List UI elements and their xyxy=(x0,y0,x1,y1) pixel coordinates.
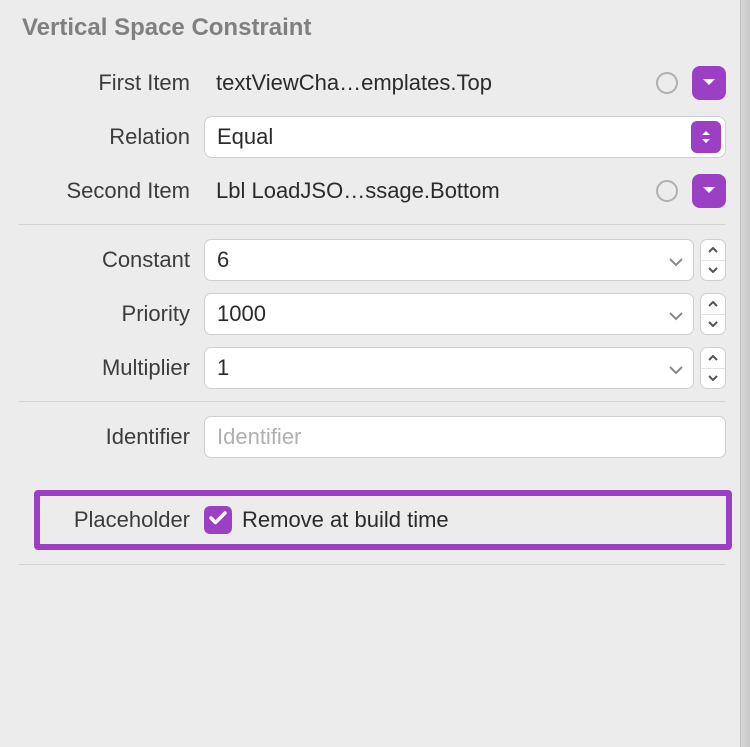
label-multiplier: Multiplier xyxy=(18,355,204,381)
chevron-down-icon xyxy=(669,355,683,381)
stepper-up[interactable] xyxy=(701,240,725,261)
section-title: Vertical Space Constraint xyxy=(18,14,726,42)
remove-at-build-time-label: Remove at build time xyxy=(242,507,449,533)
label-identifier: Identifier xyxy=(18,424,204,450)
relation-select[interactable]: Equal xyxy=(204,116,726,158)
remove-at-build-time-checkbox[interactable] xyxy=(204,506,232,534)
row-relation: Relation Equal xyxy=(18,116,726,158)
priority-value: 1000 xyxy=(217,301,266,327)
stepper-down[interactable] xyxy=(701,369,725,389)
chevron-down-icon xyxy=(702,182,716,200)
constant-stepper[interactable] xyxy=(700,239,726,281)
chevron-down-icon xyxy=(669,301,683,327)
chevron-down-icon xyxy=(669,247,683,273)
label-second-item: Second Item xyxy=(18,178,204,204)
multiplier-stepper[interactable] xyxy=(700,347,726,389)
divider xyxy=(18,564,726,565)
stepper-down[interactable] xyxy=(701,261,725,281)
check-icon xyxy=(209,511,227,530)
stepper-up[interactable] xyxy=(701,294,725,315)
multiplier-value: 1 xyxy=(217,355,229,381)
second-item-dropdown-button[interactable] xyxy=(692,174,726,208)
multiplier-field[interactable]: 1 xyxy=(204,347,694,389)
row-multiplier: Multiplier 1 xyxy=(18,347,726,389)
label-placeholder: Placeholder xyxy=(54,507,204,533)
second-item-value[interactable]: Lbl LoadJSO…ssage.Bottom xyxy=(204,170,686,212)
row-second-item: Second Item Lbl LoadJSO…ssage.Bottom xyxy=(18,170,726,212)
panel-right-edge xyxy=(740,0,750,747)
divider xyxy=(18,401,726,402)
stepper-down[interactable] xyxy=(701,315,725,335)
relation-stepper-icon xyxy=(691,121,721,153)
first-item-dropdown-button[interactable] xyxy=(692,66,726,100)
label-relation: Relation xyxy=(18,124,204,150)
relation-value: Equal xyxy=(217,124,273,150)
priority-field[interactable]: 1000 xyxy=(204,293,694,335)
constant-value: 6 xyxy=(217,247,229,273)
label-first-item: First Item xyxy=(18,70,204,96)
chevron-down-icon xyxy=(702,74,716,92)
constant-field[interactable]: 6 xyxy=(204,239,694,281)
stepper-up[interactable] xyxy=(701,348,725,369)
row-identifier: Identifier xyxy=(18,416,726,458)
first-item-value[interactable]: textViewCha…emplates.Top xyxy=(204,62,686,104)
row-priority: Priority 1000 xyxy=(18,293,726,335)
priority-stepper[interactable] xyxy=(700,293,726,335)
label-constant: Constant xyxy=(18,247,204,273)
row-first-item: First Item textViewCha…emplates.Top xyxy=(18,62,726,104)
row-constant: Constant 6 xyxy=(18,239,726,281)
label-priority: Priority xyxy=(18,301,204,327)
identifier-input[interactable] xyxy=(204,416,726,458)
placeholder-highlight: Placeholder Remove at build time xyxy=(34,490,732,550)
divider xyxy=(18,224,726,225)
